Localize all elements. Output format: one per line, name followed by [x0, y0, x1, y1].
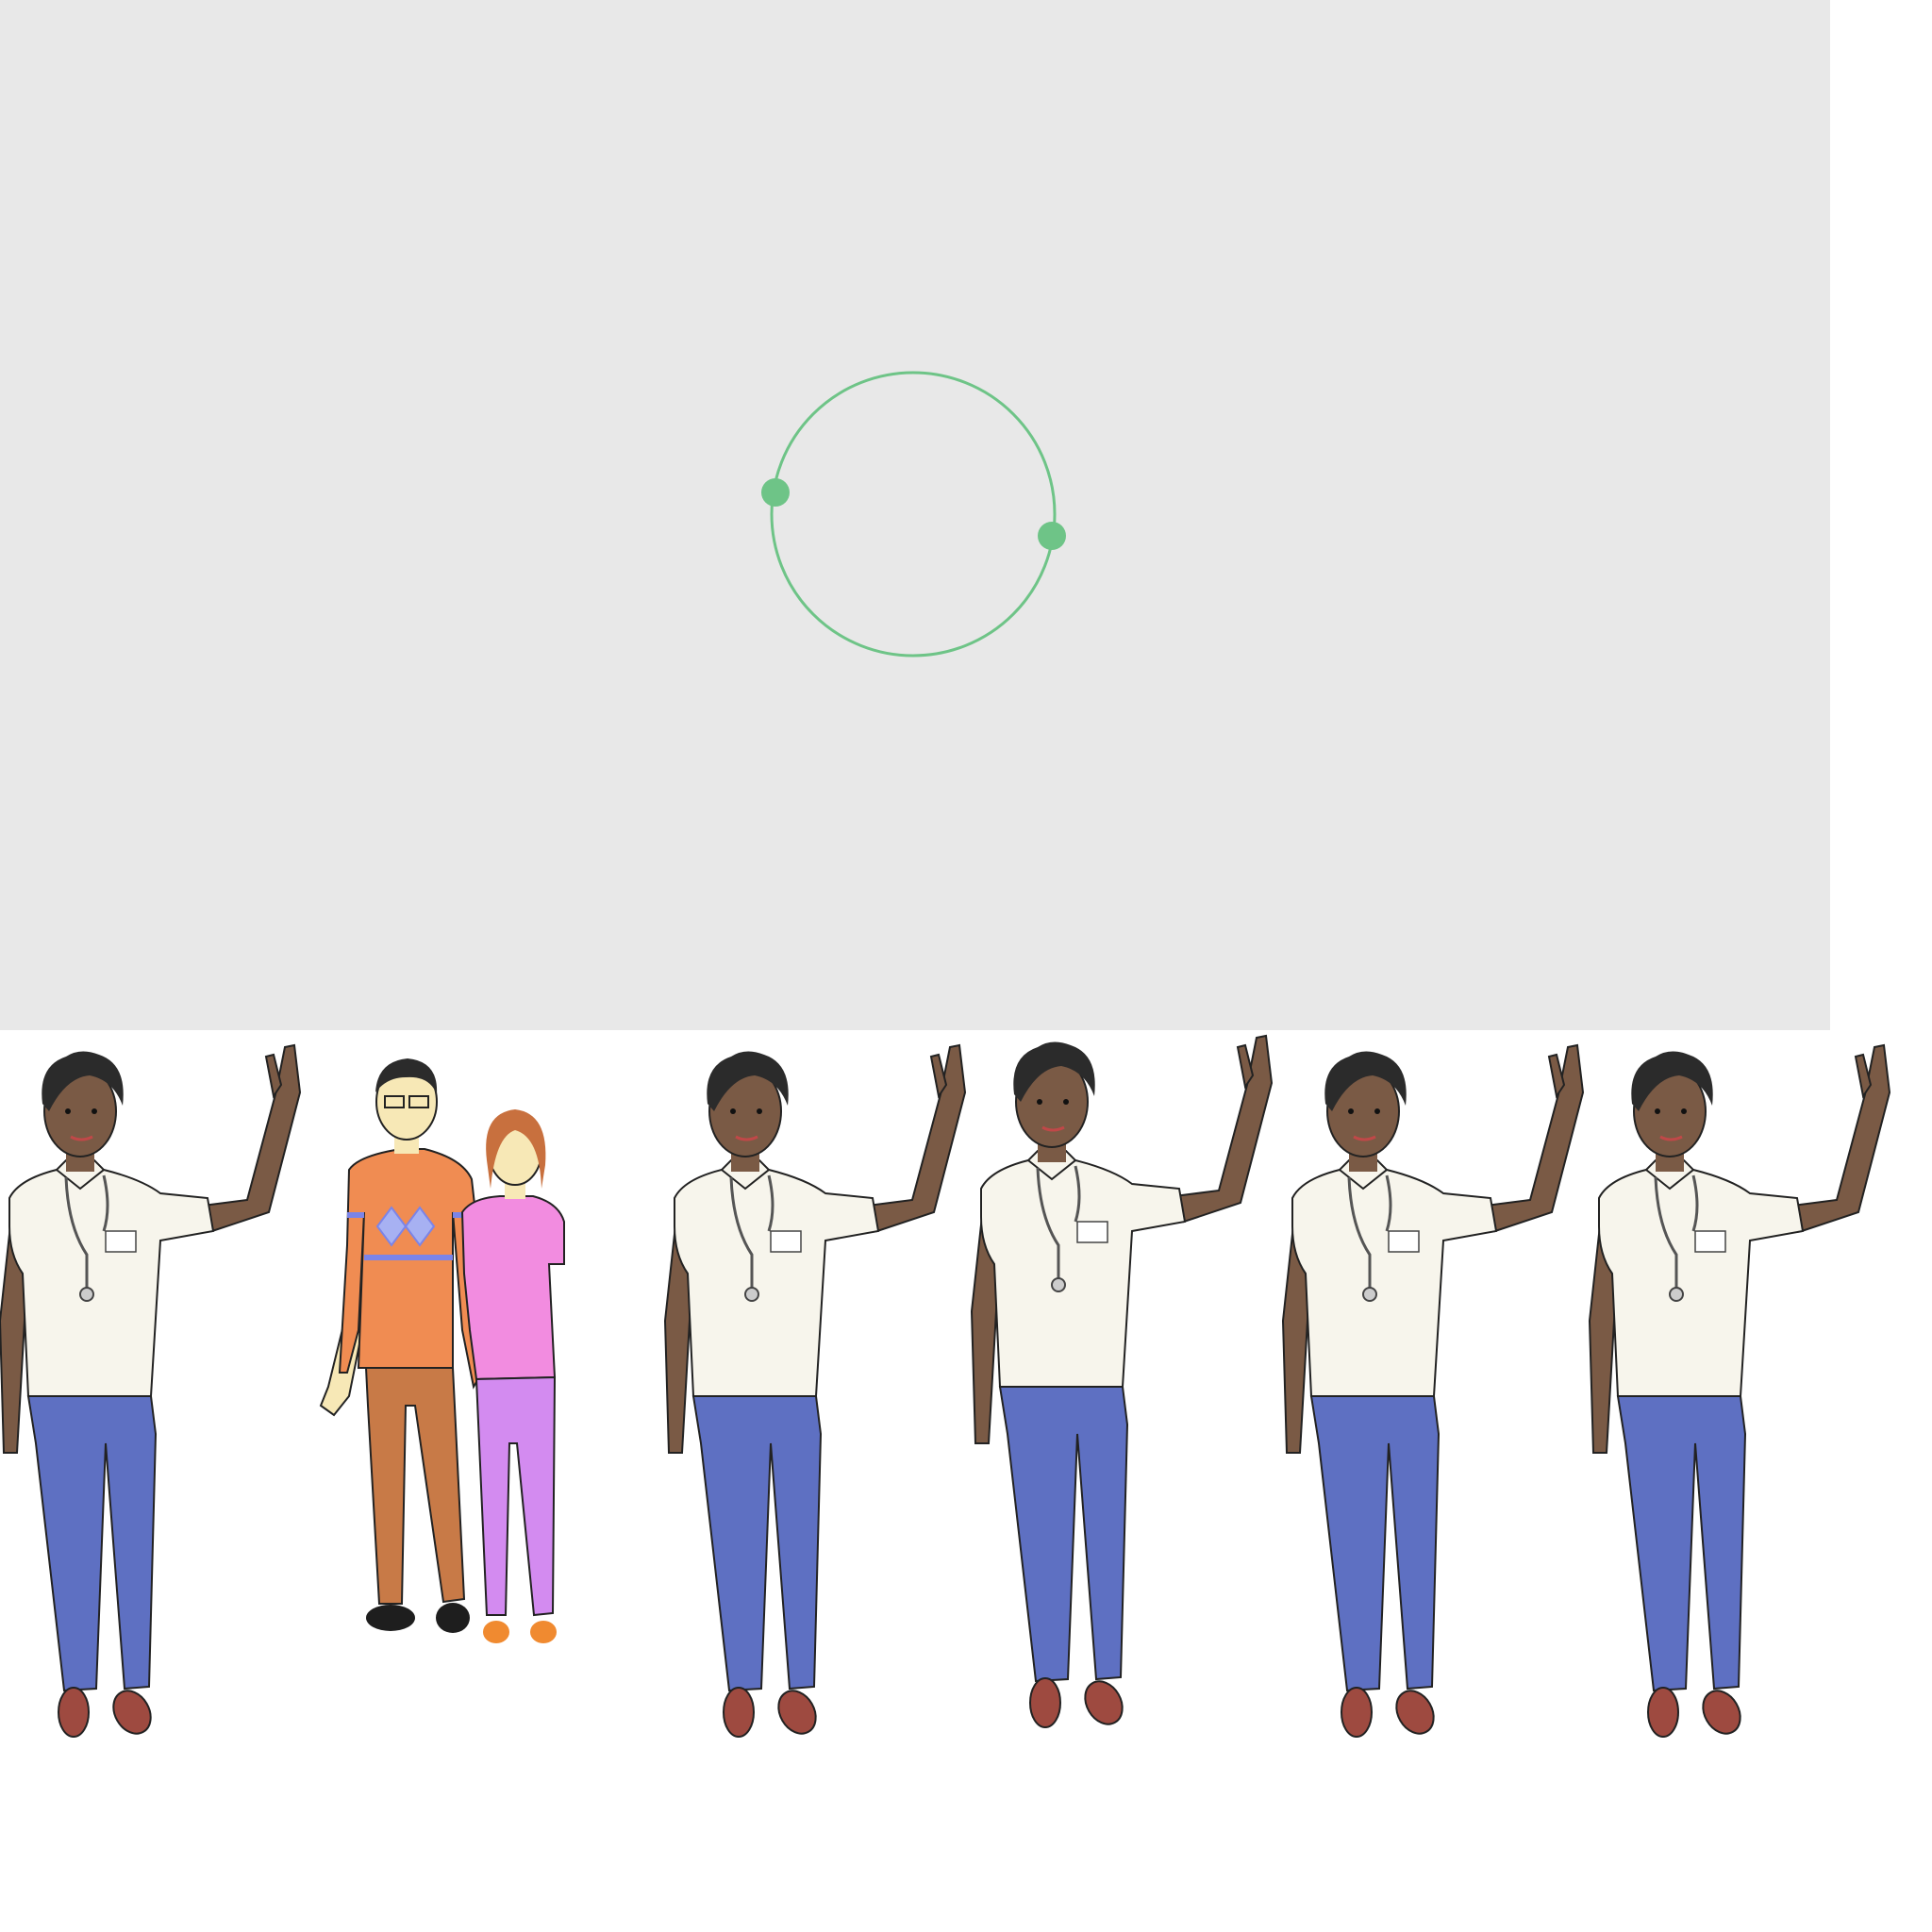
- character-row: [0, 1028, 1932, 1745]
- stage-canvas: [0, 0, 1830, 1030]
- nurse-figure[interactable]: [1281, 1043, 1585, 1742]
- nurse-figure[interactable]: [663, 1043, 967, 1742]
- nurse-figure[interactable]: [1588, 1043, 1891, 1742]
- ring-handle[interactable]: [761, 478, 790, 507]
- stage-background: [0, 0, 1830, 1030]
- nurse-figure[interactable]: [970, 1034, 1274, 1733]
- couple-figure[interactable]: [320, 1058, 565, 1644]
- nurse-figure[interactable]: [0, 1043, 302, 1742]
- ring-handle[interactable]: [1038, 522, 1066, 550]
